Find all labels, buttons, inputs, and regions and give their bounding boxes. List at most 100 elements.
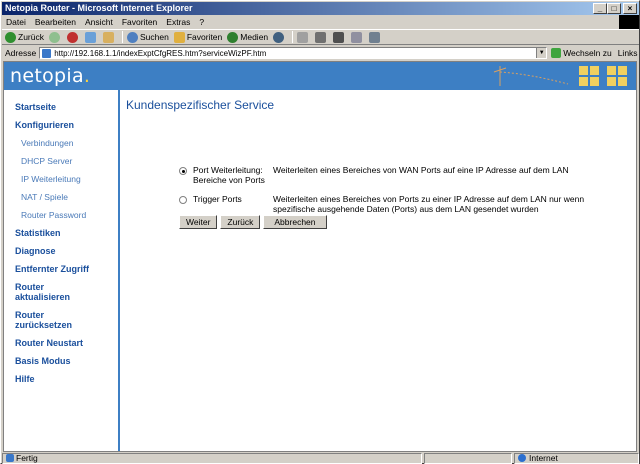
- window-graphic: [579, 66, 599, 86]
- radio-port-forwarding[interactable]: [179, 167, 187, 175]
- globe-icon: [518, 454, 526, 462]
- option-description: Weiterleiten eines Bereiches von WAN Por…: [273, 165, 569, 175]
- menu-help[interactable]: ?: [199, 17, 204, 27]
- sidebar-item-statistiken[interactable]: Statistiken: [4, 228, 118, 238]
- home-icon: [102, 31, 114, 43]
- sidebar-item-entfernter-zugriff[interactable]: Entfernter Zugriff: [4, 264, 118, 274]
- sidebar-item-basis-modus[interactable]: Basis Modus: [4, 356, 118, 366]
- minimize-button[interactable]: _: [593, 3, 607, 14]
- stop-button[interactable]: [66, 31, 80, 43]
- go-button[interactable]: Wechseln zu: [551, 48, 612, 58]
- button-row: Weiter Zurück Abbrechen: [179, 215, 327, 229]
- refresh-icon: [84, 31, 96, 43]
- go-label: Wechseln zu: [563, 48, 612, 58]
- media-icon: [227, 31, 239, 43]
- back-page-button[interactable]: Zurück: [220, 215, 261, 229]
- back-label: Zurück: [18, 32, 44, 42]
- radio-trigger-ports[interactable]: [179, 196, 187, 204]
- sidebar: Startseite Konfigurieren Verbindungen DH…: [4, 90, 120, 451]
- menu-favorites[interactable]: Favoriten: [122, 17, 157, 27]
- favorites-button[interactable]: Favoriten: [173, 31, 223, 43]
- forward-button[interactable]: [48, 31, 62, 43]
- favorites-icon: [173, 31, 185, 43]
- search-button[interactable]: Suchen: [126, 31, 169, 43]
- windows-logo-icon: [619, 15, 639, 29]
- router-header: netopia.: [4, 62, 636, 90]
- status-bar: Fertig Internet: [2, 452, 639, 464]
- sidebar-item-hilfe[interactable]: Hilfe: [4, 374, 118, 384]
- discuss-button[interactable]: [351, 31, 364, 43]
- maximize-button[interactable]: □: [607, 3, 621, 14]
- sidebar-item-diagnose[interactable]: Diagnose: [4, 246, 118, 256]
- address-bar: Adresse http://192.168.1.1/indexExptCfgR…: [2, 46, 639, 60]
- sidebar-item-router-zuruecksetzen[interactable]: Router zurücksetzen: [4, 310, 84, 330]
- home-button[interactable]: [102, 31, 116, 43]
- main-panel: Kundenspezifischer Service Port Weiterle…: [123, 90, 636, 451]
- window-title: Netopia Router - Microsoft Internet Expl…: [5, 3, 193, 13]
- menu-bar: Datei Bearbeiten Ansicht Favoriten Extra…: [2, 15, 639, 29]
- address-label: Adresse: [5, 48, 37, 58]
- sidebar-item-nat-spiele[interactable]: NAT / Spiele: [4, 192, 118, 202]
- address-dropdown-icon[interactable]: ▼: [536, 48, 547, 58]
- address-url: http://192.168.1.1/indexExptCfgRES.htm?s…: [54, 48, 267, 58]
- option-trigger-ports: Trigger Ports Weiterleiten eines Bereich…: [179, 194, 593, 214]
- sidebar-item-router-neustart[interactable]: Router Neustart: [4, 338, 118, 348]
- option-label: Port Weiterleitung: Bereiche von Ports: [193, 165, 265, 185]
- favorites-label: Favoriten: [186, 32, 223, 42]
- media-button[interactable]: Medien: [227, 31, 269, 43]
- messenger-icon: [369, 31, 381, 43]
- status-zone: Internet: [514, 452, 639, 464]
- edit-icon: [333, 31, 345, 43]
- zone-label: Internet: [529, 453, 558, 463]
- option-port-forwarding: Port Weiterleitung: Bereiche von Ports W…: [179, 165, 593, 185]
- page-icon: [42, 48, 52, 58]
- go-arrow-icon: [551, 48, 562, 58]
- status-progress: [424, 452, 512, 464]
- back-button[interactable]: Zurück: [5, 31, 44, 43]
- menu-tools[interactable]: Extras: [166, 17, 190, 27]
- page-content: netopia. Startseite Konfigurieren Verbin…: [3, 61, 637, 452]
- status-left: Fertig: [2, 452, 422, 464]
- option-description: Weiterleiten eines Bereiches von Ports z…: [273, 194, 585, 214]
- back-arrow-icon: [5, 31, 16, 43]
- search-label: Suchen: [139, 32, 169, 42]
- forward-arrow-icon: [48, 31, 60, 43]
- mail-icon: [297, 31, 309, 43]
- mail-button[interactable]: [297, 31, 310, 43]
- media-label: Medien: [240, 32, 269, 42]
- sidebar-item-dhcp-server[interactable]: DHCP Server: [4, 156, 118, 166]
- option-label: Trigger Ports: [193, 194, 242, 204]
- sidebar-item-ip-weiterleitung[interactable]: IP Weiterleitung: [4, 174, 118, 184]
- sidebar-item-konfigurieren[interactable]: Konfigurieren: [4, 120, 118, 130]
- page-status-icon: [6, 454, 14, 462]
- page-title: Kundenspezifischer Service: [126, 98, 275, 112]
- menu-view[interactable]: Ansicht: [85, 17, 113, 27]
- antenna-icon: [493, 66, 569, 86]
- refresh-button[interactable]: [84, 31, 98, 43]
- cancel-button[interactable]: Abbrechen: [263, 215, 327, 229]
- toolbar-divider: [292, 31, 294, 43]
- sidebar-item-startseite[interactable]: Startseite: [4, 102, 118, 112]
- messenger-button[interactable]: [369, 31, 382, 43]
- menu-file[interactable]: Datei: [6, 17, 26, 27]
- sidebar-item-router-aktualisieren[interactable]: Router aktualisieren: [4, 282, 84, 302]
- history-button[interactable]: [273, 31, 286, 43]
- toolbar-divider: [121, 31, 123, 43]
- links-button[interactable]: Links: [618, 48, 638, 58]
- print-icon: [315, 31, 327, 43]
- edit-button[interactable]: [333, 31, 346, 43]
- menu-edit[interactable]: Bearbeiten: [35, 17, 76, 27]
- toolbar: Zurück Suchen Favoriten Medien: [2, 29, 639, 45]
- title-bar: Netopia Router - Microsoft Internet Expl…: [2, 2, 639, 15]
- address-input[interactable]: http://192.168.1.1/indexExptCfgRES.htm?s…: [39, 47, 548, 59]
- sidebar-item-router-password[interactable]: Router Password: [4, 210, 118, 220]
- next-button[interactable]: Weiter: [179, 215, 218, 229]
- history-icon: [273, 31, 285, 43]
- print-button[interactable]: [315, 31, 328, 43]
- sidebar-item-verbindungen[interactable]: Verbindungen: [4, 138, 118, 148]
- close-button[interactable]: ×: [623, 3, 637, 14]
- window-graphic: [607, 66, 627, 86]
- status-text: Fertig: [16, 453, 38, 463]
- search-icon: [126, 31, 138, 43]
- stop-icon: [66, 31, 78, 43]
